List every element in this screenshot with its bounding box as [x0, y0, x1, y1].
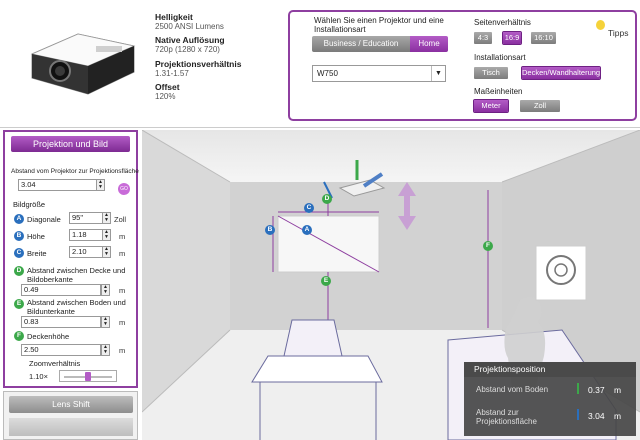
badge-d: D [14, 266, 24, 276]
segment-switch: Business / Education Home [312, 36, 448, 52]
distance-caption: Abstand vom Projektor zur Projektionsflä… [11, 168, 139, 175]
badge-c-room: C [304, 203, 314, 213]
height-unit: m [119, 232, 126, 241]
badge-c: C [14, 248, 24, 258]
floor-gap-unit: m [119, 318, 126, 327]
badge-f: F [14, 331, 24, 341]
distance-stepper[interactable]: ▲ ▼ [96, 179, 105, 191]
projection-position-panel: Projektionsposition Abstand vom Boden 0.… [464, 362, 636, 436]
aspect-option-16-10[interactable]: 16:10 [531, 32, 556, 44]
aspect-option-4-3[interactable]: 4:3 [474, 32, 492, 44]
spec-label-throw-ratio: Projektionsverhältnis [155, 58, 242, 69]
position-panel-title: Projektionsposition [464, 362, 636, 377]
spec-value-throw-ratio: 1.31-1.57 [155, 68, 189, 78]
top-area: Helligkeit 2500 ANSI Lumens Native Auflö… [0, 0, 640, 128]
diagonal-input[interactable]: 95" [69, 212, 103, 224]
ceiling-height-unit: m [119, 346, 126, 355]
spec-value-brightness: 2500 ANSI Lumens [155, 22, 224, 32]
ceiling-gap-stepper[interactable]: ▲ ▼ [101, 284, 110, 296]
ceiling-gap-unit: m [119, 286, 126, 295]
diagonal-label: Diagonale [27, 215, 61, 224]
floor-distance-label: Abstand vom Boden [476, 385, 549, 394]
projector-specs: Helligkeit 2500 ANSI Lumens Native Auflö… [155, 12, 275, 106]
spec-value-resolution: 720p (1280 x 720) [155, 45, 220, 55]
tips-link[interactable]: Tipps [608, 28, 628, 38]
aspect-ratio-label: Seitenverhältnis [474, 18, 531, 27]
lens-shift-button[interactable]: Lens Shift [9, 396, 133, 413]
width-unit: m [119, 249, 126, 258]
zoom-label: Zoomverhältnis [29, 359, 81, 368]
spec-label-resolution: Native Auflösung [155, 35, 225, 46]
height-label: Höhe [27, 232, 45, 241]
selector-title: Wählen Sie einen Projektor und eine Inst… [314, 16, 444, 34]
badge-a: A [14, 214, 24, 224]
height-input[interactable]: 1.18 [69, 229, 103, 241]
projector-image [30, 33, 136, 95]
aspect-option-16-9[interactable]: 16:9 [502, 31, 522, 45]
unit-option-inch[interactable]: Zoll [520, 100, 560, 112]
spec-label-brightness: Helligkeit [155, 12, 193, 22]
screen-distance-label: Abstand zur Projektionsfläche [476, 408, 537, 426]
segment-business-education[interactable]: Business / Education [312, 36, 410, 52]
ceiling-gap-label: Abstand zwischen Decke und Bildoberkante [27, 266, 126, 284]
chevron-down-icon[interactable]: ▼ [431, 66, 445, 81]
image-size-label: Bildgröße [13, 200, 46, 209]
green-marker-icon [577, 383, 579, 394]
units-label: Maßeinheiten [474, 87, 523, 96]
screen-distance-value: 3.04 [588, 411, 605, 421]
badge-e-room: E [321, 276, 331, 286]
install-type-label: Installationsart [474, 53, 526, 62]
ceiling-gap-input[interactable]: 0.49 [21, 284, 101, 296]
ceiling-height-label: Deckenhöhe [27, 332, 70, 341]
install-option-ceiling-wall[interactable]: Decken/Wandhalterung [521, 66, 601, 80]
install-option-table[interactable]: Tisch [474, 67, 508, 79]
lightbulb-icon[interactable] [596, 20, 605, 30]
spec-value-offset: 120% [155, 92, 176, 102]
zoom-value: 1.10× [29, 372, 48, 381]
badge-b-room: B [265, 225, 275, 235]
distance-input[interactable]: 3.04 [18, 179, 98, 191]
segment-home[interactable]: Home [410, 36, 448, 52]
panel-header: Projektion und Bild [11, 136, 130, 152]
badge-f-room: F [483, 241, 493, 251]
model-dropdown-value: W750 [317, 69, 338, 78]
floor-gap-label: Abstand zwischen Boden und Bildunterkant… [27, 298, 126, 316]
diagonal-unit: Zoll [114, 215, 127, 224]
projection-image-panel: Projektion und Bild Abstand vom Projekto… [3, 130, 139, 388]
zoom-slider-handle[interactable] [85, 372, 91, 381]
lens-shift-controls [9, 418, 133, 436]
width-input[interactable]: 2.10 [69, 246, 103, 258]
diagonal-stepper[interactable]: ▲ ▼ [102, 212, 111, 224]
unit-option-meter[interactable]: Meter [473, 99, 509, 113]
spec-label-offset: Offset [155, 82, 180, 93]
floor-distance-unit: m [614, 385, 622, 395]
floor-distance-value: 0.37 [588, 385, 605, 395]
ceiling-height-input[interactable]: 2.50 [21, 344, 101, 356]
badge-b: B [14, 231, 24, 241]
ceiling-height-stepper[interactable]: ▲ ▼ [101, 344, 110, 356]
height-stepper[interactable]: ▲ ▼ [102, 229, 111, 241]
floor-gap-stepper[interactable]: ▲ ▼ [101, 316, 110, 328]
model-dropdown[interactable]: W750 ▼ [312, 65, 446, 82]
badge-d-room: D [322, 194, 332, 204]
width-label: Breite [27, 249, 47, 258]
screen-distance-unit: m [614, 411, 622, 421]
badge-e: E [14, 299, 24, 309]
zoom-slider[interactable] [59, 370, 117, 382]
floor-gap-input[interactable]: 0.83 [21, 316, 101, 328]
badge-a-room: A [302, 225, 312, 235]
blue-marker-icon [577, 409, 579, 420]
projector-selector-panel: Wählen Sie einen Projektor und eine Inst… [288, 10, 637, 121]
width-stepper[interactable]: ▲ ▼ [102, 246, 111, 258]
go-button[interactable]: GO [118, 183, 130, 195]
